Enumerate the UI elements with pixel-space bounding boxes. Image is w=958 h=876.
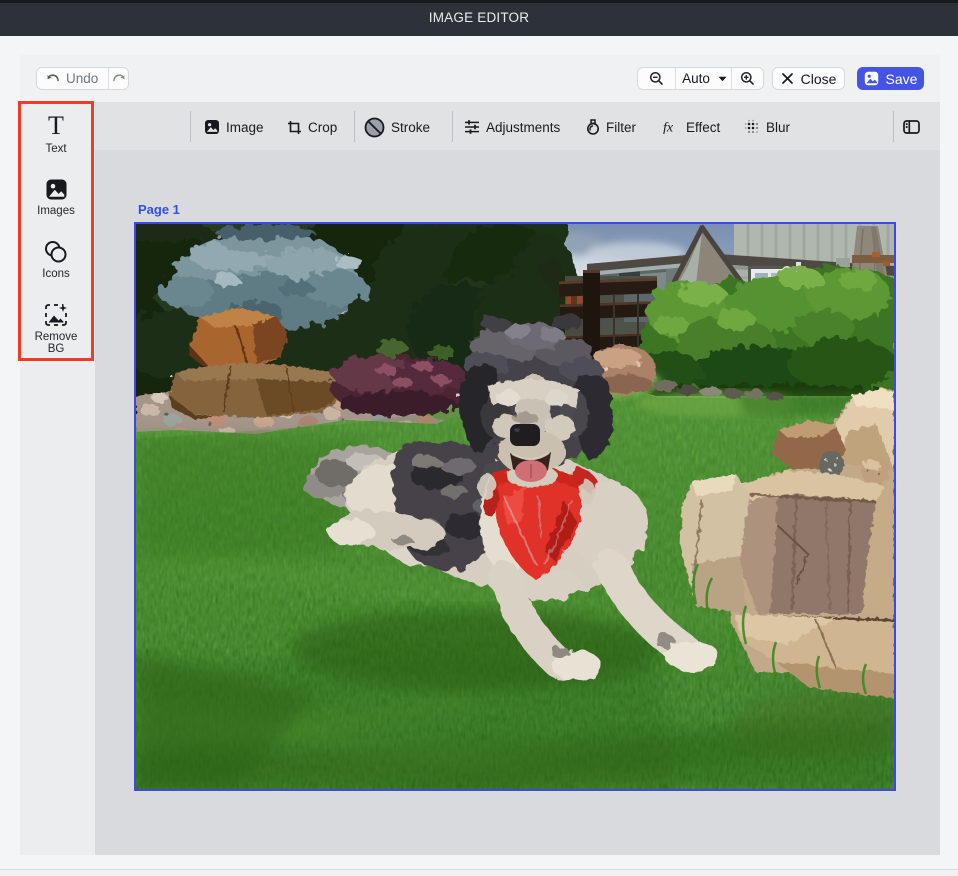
svg-text:fx: fx	[663, 121, 674, 135]
